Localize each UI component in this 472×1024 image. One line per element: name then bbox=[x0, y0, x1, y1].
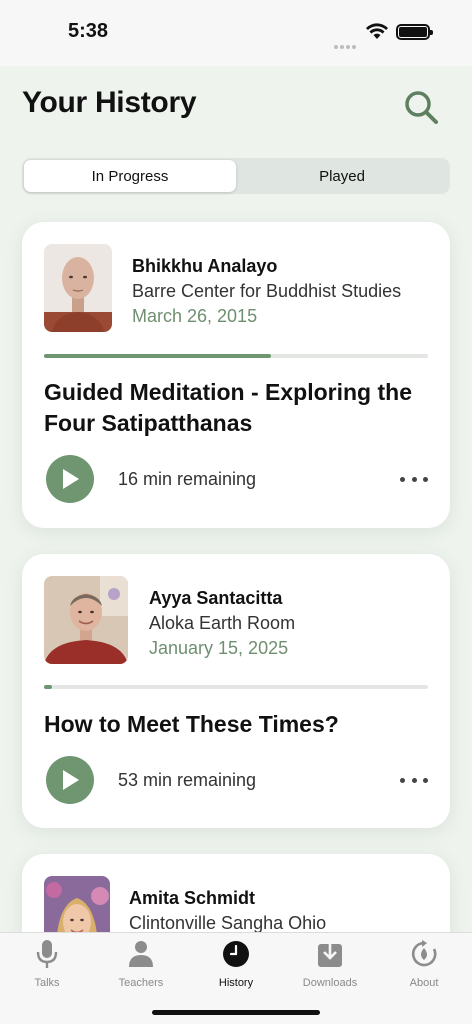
progress-fill bbox=[44, 354, 271, 358]
teacher-name: Ayya Santacitta bbox=[149, 588, 283, 608]
more-options-button[interactable] bbox=[400, 770, 428, 790]
talk-title: Guided Meditation - Exploring the Four S… bbox=[44, 379, 412, 436]
bottom-tab-bar: Talks Teachers History Downloads About bbox=[0, 932, 472, 1024]
battery-icon bbox=[396, 24, 433, 40]
history-segmented-control: In Progress Played bbox=[22, 158, 450, 194]
progress-bar bbox=[44, 685, 428, 689]
teacher-name: Amita Schmidt bbox=[129, 888, 256, 908]
teacher-name: Bhikkhu Analayo bbox=[132, 256, 278, 276]
tab-history[interactable]: History bbox=[196, 939, 276, 995]
teacher-avatar bbox=[44, 244, 112, 332]
time-remaining: 53 min remaining bbox=[118, 770, 257, 790]
talk-date: March 26, 2015 bbox=[132, 306, 258, 326]
microphone-icon bbox=[36, 940, 58, 968]
tab-label: About bbox=[409, 977, 439, 989]
about-icon bbox=[411, 940, 437, 967]
venue-name: Aloka Earth Room bbox=[149, 613, 296, 633]
tab-in-progress[interactable]: In Progress bbox=[24, 160, 236, 192]
wifi-icon bbox=[366, 23, 388, 39]
talk-meta: Amita Schmidt Clintonville Sangha Ohio bbox=[129, 888, 326, 934]
venue-name: Barre Center for Buddhist Studies bbox=[132, 281, 402, 301]
status-bar: 5:38 bbox=[0, 0, 472, 66]
talk-meta: Bhikkhu Analayo Barre Center for Buddhis… bbox=[132, 256, 401, 327]
clock-icon bbox=[223, 941, 249, 967]
tab-downloads[interactable]: Downloads bbox=[290, 939, 370, 995]
search-icon bbox=[405, 91, 438, 124]
teacher-avatar bbox=[44, 576, 128, 664]
talk-title: How to Meet These Times? bbox=[44, 711, 339, 737]
tab-about[interactable]: About bbox=[384, 939, 464, 995]
progress-fill bbox=[44, 685, 52, 689]
progress-bar bbox=[44, 354, 428, 358]
talk-date: January 15, 2025 bbox=[149, 638, 289, 658]
tab-label: Downloads bbox=[302, 977, 358, 989]
tab-talks[interactable]: Talks bbox=[7, 939, 87, 995]
venue-name: Clintonville Sangha Ohio bbox=[129, 913, 327, 933]
talk-meta: Ayya Santacitta Aloka Earth Room January… bbox=[149, 588, 295, 659]
person-icon bbox=[129, 941, 153, 967]
play-button[interactable] bbox=[46, 455, 94, 503]
page-title: Your History bbox=[22, 86, 197, 119]
download-icon bbox=[318, 940, 342, 967]
play-icon bbox=[63, 770, 79, 790]
play-button[interactable] bbox=[46, 756, 94, 804]
tab-played[interactable]: Played bbox=[236, 160, 448, 192]
history-card[interactable]: Ayya Santacitta Aloka Earth Room January… bbox=[22, 554, 450, 828]
home-indicator bbox=[152, 1010, 320, 1015]
signal-icon bbox=[334, 36, 360, 49]
tab-label: History bbox=[218, 977, 254, 989]
more-options-button[interactable] bbox=[400, 469, 428, 489]
play-icon bbox=[63, 469, 79, 489]
search-button[interactable] bbox=[402, 88, 440, 126]
tab-label: Teachers bbox=[118, 977, 164, 989]
history-card[interactable]: Bhikkhu Analayo Barre Center for Buddhis… bbox=[22, 222, 450, 528]
time-remaining: 16 min remaining bbox=[118, 469, 257, 489]
tab-teachers[interactable]: Teachers bbox=[101, 939, 181, 995]
tab-label: Talks bbox=[34, 977, 60, 989]
status-time: 5:38 bbox=[68, 20, 109, 42]
